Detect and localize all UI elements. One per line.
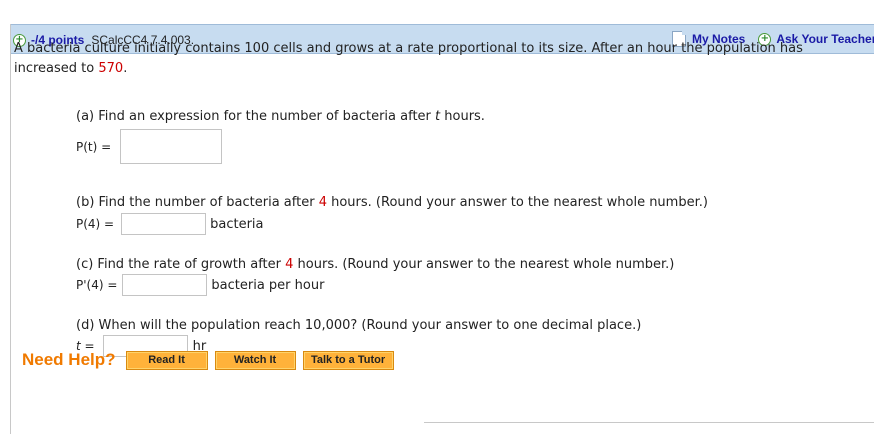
problem-value: 570 bbox=[98, 61, 124, 76]
question-body: A bacteria culture initially contains 10… bbox=[14, 39, 834, 79]
part-c-prompt-start: (c) Find the rate of growth after bbox=[76, 257, 286, 272]
part-a-prompt: (a) Find an expression for the number of… bbox=[76, 109, 485, 124]
part-c-unit: bacteria per hour bbox=[211, 277, 325, 293]
part-b-unit: bacteria bbox=[210, 216, 264, 232]
part-a-input[interactable] bbox=[120, 129, 223, 164]
part-c-prompt: (c) Find the rate of growth after 4 hour… bbox=[76, 257, 674, 272]
part-a-prompt-end: hours. bbox=[440, 109, 485, 124]
problem-text: A bacteria culture initially contains 10… bbox=[14, 41, 803, 76]
problem-end: . bbox=[123, 61, 128, 76]
part-c-label: P'(4) = bbox=[76, 278, 118, 292]
part-b-hours: 4 bbox=[318, 195, 327, 210]
part-c-input[interactable] bbox=[122, 274, 208, 296]
part-b-answer-row: P(4) = bacteria bbox=[76, 213, 264, 235]
read-it-button[interactable]: Read It bbox=[125, 350, 208, 370]
part-a-prompt-start: (a) Find an expression for the number of… bbox=[76, 109, 436, 124]
part-d-prompt: (d) When will the population reach 10,00… bbox=[76, 318, 641, 333]
part-b-label: P(4) = bbox=[76, 217, 115, 231]
bottom-divider bbox=[424, 422, 874, 423]
problem-statement: A bacteria culture initially contains 10… bbox=[14, 39, 834, 79]
part-c-prompt-end: hours. (Round your answer to the nearest… bbox=[293, 257, 675, 272]
need-help-label: Need Help? bbox=[22, 350, 116, 369]
watch-it-button[interactable]: Watch It bbox=[214, 350, 296, 370]
part-d-prompt-text: (d) When will the population reach 10,00… bbox=[76, 318, 642, 333]
part-b-prompt-start: (b) Find the number of bacteria after bbox=[76, 195, 319, 210]
part-a-label: P(t) = bbox=[76, 139, 112, 154]
part-b-prompt-end: hours. (Round your answer to the nearest… bbox=[326, 195, 708, 210]
part-b-prompt: (b) Find the number of bacteria after 4 … bbox=[76, 195, 708, 210]
talk-to-tutor-button[interactable]: Talk to a Tutor bbox=[302, 350, 394, 370]
need-help-bar: Need Help? Read It Watch It Talk to a Tu… bbox=[22, 350, 401, 370]
part-b-input[interactable] bbox=[121, 213, 207, 235]
part-c-answer-row: P'(4) = bacteria per hour bbox=[76, 274, 324, 296]
part-a-answer-row: P(t) = bbox=[76, 129, 223, 164]
